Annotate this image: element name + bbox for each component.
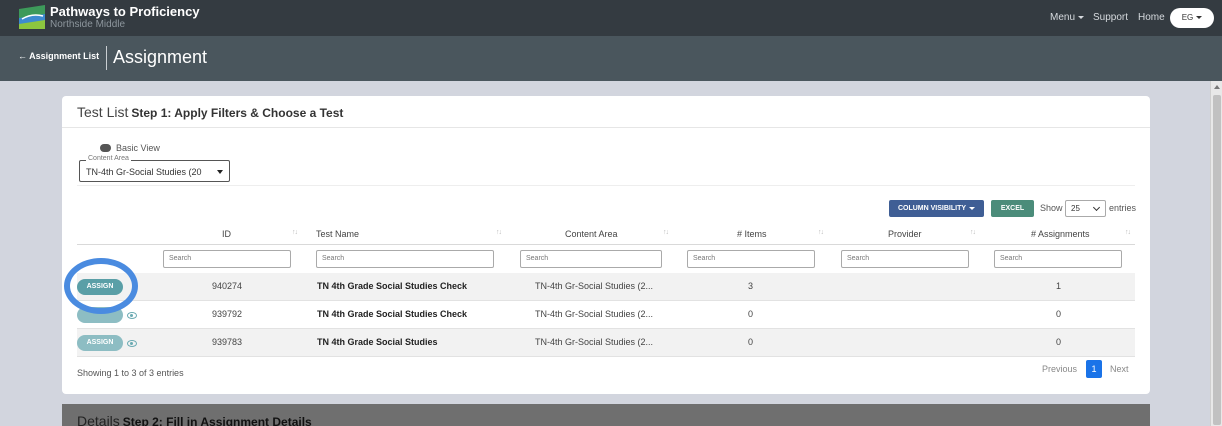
caret-down-icon (969, 206, 976, 210)
page-size-select[interactable]: 25 (1065, 200, 1106, 217)
test-list-card-header: Test List Step 1: Apply Filters & Choose … (62, 96, 1150, 128)
column-header-test-name[interactable]: Test Name (316, 229, 359, 239)
support-link[interactable]: Support (1093, 12, 1128, 23)
test-assignments: 0 (1056, 309, 1062, 319)
search-input-id[interactable]: Search (163, 250, 291, 268)
test-list-step: Step 1: Apply Filters & Choose a Test (131, 106, 344, 120)
eye-icon[interactable] (127, 340, 137, 347)
pagination-previous[interactable]: Previous (1042, 364, 1077, 374)
header-divider (106, 46, 107, 70)
column-header-provider[interactable]: Provider (888, 229, 922, 239)
arrow-left-icon: ← (18, 51, 30, 61)
test-items: 0 (748, 337, 754, 347)
menu-label: Menu (1050, 12, 1076, 23)
eye-icon[interactable] (127, 312, 137, 319)
sort-icon[interactable]: ↑↓ (496, 229, 502, 236)
search-input-content-area[interactable]: Search (520, 250, 662, 268)
test-list-title-label: Test List (77, 104, 129, 120)
scroll-thumb[interactable] (1213, 95, 1221, 425)
column-header-items[interactable]: # Items (737, 229, 767, 239)
column-visibility-label: COLUMN VISIBILITY (897, 205, 967, 212)
back-to-assignment-list-link[interactable]: ← Assignment List (18, 51, 99, 61)
column-header-assignments[interactable]: # Assignments (1031, 229, 1090, 239)
pagination-next[interactable]: Next (1110, 364, 1129, 374)
details-step: Step 2: Fill in Assignment Details (122, 415, 312, 426)
column-header-content-area[interactable]: Content Area (565, 229, 618, 239)
test-list-card: Test List Step 1: Apply Filters & Choose … (62, 96, 1150, 394)
details-card: Details Step 2: Fill in Assignment Detail… (62, 404, 1150, 426)
test-assignments: 0 (1056, 337, 1062, 347)
sort-icon[interactable]: ↑↓ (292, 229, 298, 236)
back-link-label: Assignment List (29, 51, 100, 61)
pagination-page-current[interactable]: 1 (1086, 360, 1102, 378)
sort-icon[interactable]: ↑↓ (1125, 229, 1131, 236)
content-area-value: TN-4th Gr-Social Studies (20 (86, 167, 202, 177)
search-input-items[interactable]: Search (687, 250, 815, 268)
basic-view-label: Basic View (116, 143, 160, 153)
user-menu-button[interactable]: EG (1170, 8, 1214, 28)
column-visibility-button[interactable]: COLUMN VISIBILITY (889, 200, 984, 217)
test-id: 939783 (212, 337, 243, 347)
user-initials: EG (1181, 13, 1194, 22)
caret-down-icon (1196, 16, 1203, 20)
search-input-assignments[interactable]: Search (994, 250, 1122, 268)
search-input-test-name[interactable]: Search (316, 250, 494, 268)
test-list-title: Test List Step 1: Apply Filters & Choose … (77, 104, 343, 120)
column-header-id[interactable]: ID (222, 229, 231, 239)
assign-button[interactable]: ASSIGN (77, 335, 123, 351)
basic-view-toggle[interactable] (100, 144, 111, 152)
chevron-down-icon (1092, 203, 1101, 212)
test-name: TN 4th Grade Social Studies Check (317, 309, 468, 319)
menu-dropdown[interactable]: Menu (1050, 12, 1085, 23)
row-divider (77, 356, 1135, 357)
top-navbar: Pathways to Proficiency Northside Middle… (0, 0, 1222, 36)
page-title: Assignment (113, 47, 208, 67)
test-assignments: 1 (1056, 281, 1062, 291)
filter-divider (77, 185, 1135, 186)
page-size-value: 25 (1071, 204, 1080, 213)
test-content-area: TN-4th Gr-Social Studies (2... (535, 337, 654, 347)
test-items: 0 (748, 309, 754, 319)
sort-icon[interactable]: ↑↓ (970, 229, 976, 236)
test-id: 940274 (212, 281, 243, 291)
entries-label: entries (1109, 203, 1137, 213)
test-items: 3 (748, 281, 754, 291)
excel-export-button[interactable]: EXCEL (991, 200, 1034, 217)
pathways-logo-icon[interactable] (19, 5, 45, 29)
sort-icon[interactable]: ↑↓ (663, 229, 669, 236)
header-divider-line (77, 244, 1135, 245)
home-link[interactable]: Home (1138, 12, 1165, 23)
test-name: TN 4th Grade Social Studies (317, 337, 438, 347)
table-info: Showing 1 to 3 of 3 entries (77, 368, 184, 378)
test-name: TN 4th Grade Social Studies Check (317, 281, 468, 291)
test-content-area: TN-4th Gr-Social Studies (2... (535, 309, 654, 319)
content-area-label: Content Area (86, 155, 131, 162)
scroll-up-arrow-icon[interactable] (1214, 85, 1220, 89)
page-scrollbar[interactable] (1210, 81, 1222, 426)
dropdown-arrow-icon[interactable] (217, 170, 223, 174)
page-header: ← Assignment List Assignment (0, 36, 1222, 81)
highlight-ring (64, 258, 138, 314)
test-content-area: TN-4th Gr-Social Studies (2... (535, 281, 654, 291)
brand-title[interactable]: Pathways to Proficiency (50, 4, 200, 19)
caret-down-icon (1078, 15, 1085, 19)
sort-icon[interactable]: ↑↓ (818, 229, 824, 236)
details-title: Details Step 2: Fill in Assignment Detail… (77, 413, 312, 426)
search-input-provider[interactable]: Search (841, 250, 969, 268)
show-label: Show (1040, 203, 1063, 213)
test-id: 939792 (212, 309, 243, 319)
brand-subtitle: Northside Middle (50, 19, 126, 30)
details-title-label: Details (77, 413, 120, 426)
